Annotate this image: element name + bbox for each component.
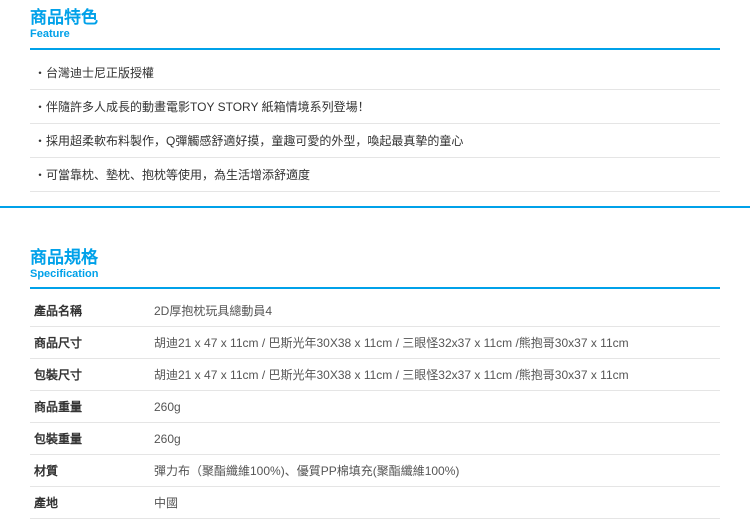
spec-header: 商品規格 Specification (30, 240, 720, 290)
list-item: 可當靠枕、墊枕、抱枕等使用，為生活增添舒適度 (30, 158, 720, 192)
list-item: 台灣迪士尼正版授權 (30, 56, 720, 90)
table-row: 商品重量 260g (30, 391, 720, 423)
spec-value: 胡迪21 x 47 x 11cm / 巴斯光年30X38 x 11cm / 三眼… (150, 327, 720, 359)
spec-subtitle: Specification (30, 268, 720, 281)
feature-header: 商品特色 Feature (30, 0, 720, 50)
spec-value: 260g (150, 391, 720, 423)
spec-section: 商品規格 Specification 產品名稱 2D厚抱枕玩具總動員4 商品尺寸… (0, 240, 750, 519)
table-row: 產地 中國 (30, 487, 720, 519)
spec-label: 商品重量 (30, 391, 150, 423)
feature-list: 台灣迪士尼正版授權 伴隨許多人成長的動畫電影TOY STORY 紙箱情境系列登場… (30, 56, 720, 192)
feature-subtitle: Feature (30, 28, 720, 41)
spec-value: 胡迪21 x 47 x 11cm / 巴斯光年30X38 x 11cm / 三眼… (150, 359, 720, 391)
table-row: 包裝尺寸 胡迪21 x 47 x 11cm / 巴斯光年30X38 x 11cm… (30, 359, 720, 391)
spec-label: 包裝尺寸 (30, 359, 150, 391)
spec-label: 商品尺寸 (30, 327, 150, 359)
feature-section: 商品特色 Feature 台灣迪士尼正版授權 伴隨許多人成長的動畫電影TOY S… (0, 0, 750, 192)
table-row: 材質 彈力布（聚酯纖維100%)、優質PP棉填充(聚酯纖維100%) (30, 455, 720, 487)
list-item: 採用超柔軟布料製作，Q彈觸感舒適好摸，童趣可愛的外型，喚起最真摰的童心 (30, 124, 720, 158)
spec-title: 商品規格 (30, 248, 720, 268)
table-row: 包裝重量 260g (30, 423, 720, 455)
spec-label: 產品名稱 (30, 295, 150, 327)
spec-label: 包裝重量 (30, 423, 150, 455)
feature-title: 商品特色 (30, 8, 720, 28)
spec-label: 產地 (30, 487, 150, 519)
spec-value: 彈力布（聚酯纖維100%)、優質PP棉填充(聚酯纖維100%) (150, 455, 720, 487)
section-divider (0, 206, 750, 240)
list-item: 伴隨許多人成長的動畫電影TOY STORY 紙箱情境系列登場！ (30, 90, 720, 124)
spec-value: 2D厚抱枕玩具總動員4 (150, 295, 720, 327)
spec-label: 材質 (30, 455, 150, 487)
spec-value: 中國 (150, 487, 720, 519)
spec-value: 260g (150, 423, 720, 455)
spec-table: 產品名稱 2D厚抱枕玩具總動員4 商品尺寸 胡迪21 x 47 x 11cm /… (30, 295, 720, 519)
table-row: 商品尺寸 胡迪21 x 47 x 11cm / 巴斯光年30X38 x 11cm… (30, 327, 720, 359)
table-row: 產品名稱 2D厚抱枕玩具總動員4 (30, 295, 720, 327)
